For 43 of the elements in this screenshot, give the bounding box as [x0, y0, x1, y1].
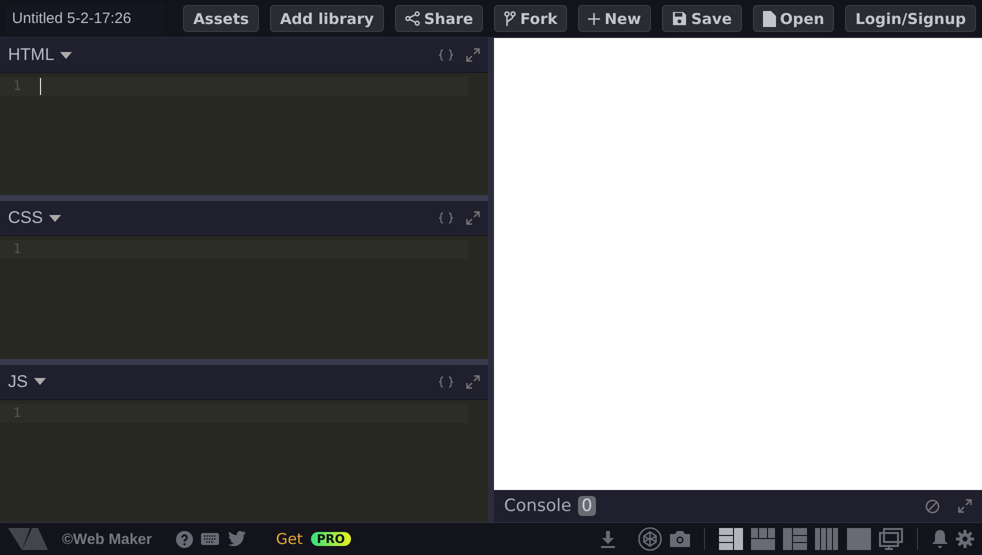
camera-icon[interactable]	[670, 531, 690, 547]
document-icon	[762, 10, 776, 26]
toolbar-button[interactable]: Save	[662, 5, 742, 32]
format-icon[interactable]	[438, 49, 454, 61]
layout-button[interactable]	[719, 528, 743, 550]
bell-icon[interactable]	[932, 530, 948, 548]
toolbar-button[interactable]: Login/Signup	[845, 5, 976, 32]
caret-icon[interactable]	[34, 378, 46, 386]
caret-icon[interactable]	[60, 52, 72, 58]
caret-icon[interactable]	[48, 214, 61, 222]
fork-icon	[504, 10, 516, 26]
console-count: 0	[578, 496, 596, 516]
project-title[interactable]: Untitled 5-2-17:26	[6, 4, 164, 34]
editor-title[interactable]: HTML	[8, 45, 54, 65]
format-icon[interactable]	[438, 212, 454, 224]
get-text[interactable]: Get	[276, 530, 303, 548]
monitor-icon[interactable]	[879, 528, 903, 550]
floppy-icon	[672, 11, 688, 26]
expand-icon[interactable]	[466, 48, 480, 62]
pro-badge[interactable]: PRO	[310, 532, 351, 546]
toolbar-button[interactable]: Assets	[183, 5, 259, 32]
expand-icon[interactable]	[958, 499, 972, 513]
download-icon[interactable]	[600, 530, 616, 548]
help-icon[interactable]	[176, 530, 193, 548]
brand-link[interactable]: ©Web Maker	[62, 530, 152, 548]
expand-icon[interactable]	[466, 374, 480, 389]
console-title[interactable]: Console	[504, 496, 572, 516]
editor-title[interactable]: JS	[8, 372, 28, 392]
toolbar-button[interactable]: Add library	[270, 5, 384, 32]
clear-icon[interactable]	[925, 498, 940, 514]
keyboard-icon[interactable]	[200, 533, 219, 545]
format-icon[interactable]	[438, 376, 454, 388]
toolbar-button[interactable]: New	[578, 5, 652, 32]
share-icon	[404, 11, 420, 26]
expand-icon[interactable]	[466, 211, 480, 226]
toolbar-button[interactable]: Share	[394, 5, 484, 32]
editor-title[interactable]: CSS	[8, 208, 43, 228]
codepen-icon[interactable]	[638, 527, 662, 551]
toolbar-button[interactable]: Open	[752, 5, 834, 32]
gear-icon[interactable]	[956, 530, 974, 548]
bird-icon[interactable]	[226, 531, 246, 547]
plus-icon	[588, 12, 600, 24]
toolbar-button[interactable]: Fork	[494, 5, 568, 32]
